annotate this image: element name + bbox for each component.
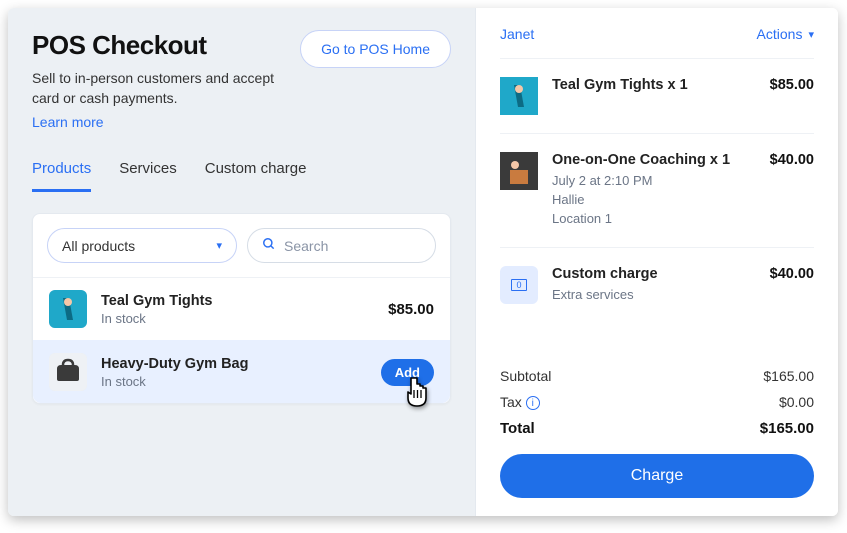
cart-item-note: Extra services: [552, 286, 756, 305]
tab-products[interactable]: Products: [32, 160, 91, 192]
product-info: Heavy-Duty Gym Bag In stock: [101, 356, 367, 389]
left-panel: POS Checkout Sell to in-person customers…: [8, 8, 475, 516]
cart-item[interactable]: 0 Custom charge Extra services $40.00: [500, 248, 814, 323]
pos-checkout-app: POS Checkout Sell to in-person customers…: [8, 8, 838, 516]
cart-items: Teal Gym Tights x 1 $85.00 One-on-One Co…: [500, 59, 814, 322]
cart-item-info: One-on-One Coaching x 1 July 2 at 2:10 P…: [552, 152, 756, 229]
cart-item[interactable]: Teal Gym Tights x 1 $85.00: [500, 59, 814, 134]
total-label: Total: [500, 420, 535, 437]
cart-item-location: Location 1: [552, 210, 756, 229]
customer-name-link[interactable]: Janet: [500, 26, 534, 42]
subtotal-label: Subtotal: [500, 368, 551, 384]
learn-more-link[interactable]: Learn more: [32, 114, 104, 130]
cart-item-thumbnail: [500, 77, 538, 115]
search-field[interactable]: [247, 228, 436, 263]
cart-item-price: $85.00: [770, 77, 814, 115]
search-input[interactable]: [284, 238, 421, 254]
cart-item-name: Custom charge: [552, 266, 756, 282]
tax-label: Taxi: [500, 394, 540, 410]
chevron-down-icon: ▾: [216, 239, 222, 252]
dropdown-label: All products: [62, 238, 135, 254]
cart-item-datetime: July 2 at 2:10 PM: [552, 172, 756, 191]
page-subtitle: Sell to in-person customers and accept c…: [32, 69, 292, 108]
chevron-down-icon: ▾: [808, 28, 814, 41]
product-thumbnail: [49, 290, 87, 328]
cart-item-price: $40.00: [770, 266, 814, 305]
product-info: Teal Gym Tights In stock: [101, 293, 374, 326]
product-stock: In stock: [101, 374, 367, 389]
tax-label-text: Tax: [500, 394, 522, 410]
cart-item-name: One-on-One Coaching x 1: [552, 152, 756, 168]
filters-row: All products ▾: [47, 228, 436, 263]
cart-item-meta: Extra services: [552, 286, 756, 305]
cart-item-staff: Hallie: [552, 191, 756, 210]
info-icon[interactable]: i: [526, 396, 540, 410]
add-product-button[interactable]: Add: [381, 359, 434, 386]
product-name: Heavy-Duty Gym Bag: [101, 356, 367, 372]
product-row[interactable]: Teal Gym Tights In stock $85.00: [33, 277, 450, 340]
cart-item-price: $40.00: [770, 152, 814, 229]
go-to-pos-home-button[interactable]: Go to POS Home: [300, 30, 451, 68]
category-dropdown[interactable]: All products ▾: [47, 228, 237, 263]
header-text: POS Checkout Sell to in-person customers…: [32, 30, 292, 132]
receipt-icon: 0: [511, 279, 527, 291]
total-value: $165.00: [760, 420, 814, 437]
total-row: Total $165.00: [500, 415, 814, 442]
cart-item-info: Teal Gym Tights x 1: [552, 77, 756, 115]
cart-item-thumbnail: [500, 152, 538, 190]
actions-dropdown[interactable]: Actions ▾: [757, 26, 814, 42]
header-row: POS Checkout Sell to in-person customers…: [32, 30, 451, 132]
products-card: All products ▾ Teal Gym Tights: [32, 213, 451, 404]
product-price: $85.00: [388, 301, 434, 318]
cart-item-name: Teal Gym Tights x 1: [552, 77, 756, 93]
subtotal-row: Subtotal $165.00: [500, 363, 814, 389]
tabs: Products Services Custom charge: [32, 160, 451, 193]
charge-button[interactable]: Charge: [500, 454, 814, 498]
cart-panel: Janet Actions ▾ Teal Gym Tights x 1 $85.…: [475, 8, 838, 516]
search-icon: [262, 237, 276, 254]
custom-charge-icon: 0: [500, 266, 538, 304]
tax-value: $0.00: [779, 394, 814, 410]
tab-custom-charge[interactable]: Custom charge: [205, 160, 307, 192]
cart-item-meta: July 2 at 2:10 PM Hallie Location 1: [552, 172, 756, 229]
product-row[interactable]: Heavy-Duty Gym Bag In stock Add: [33, 340, 450, 403]
tab-services[interactable]: Services: [119, 160, 177, 192]
totals: Subtotal $165.00 Taxi $0.00 Total $165.0…: [500, 351, 814, 498]
product-list: Teal Gym Tights In stock $85.00 Heavy-Du…: [33, 277, 450, 403]
page-title: POS Checkout: [32, 30, 292, 61]
subtotal-value: $165.00: [763, 368, 814, 384]
cart-item[interactable]: One-on-One Coaching x 1 July 2 at 2:10 P…: [500, 134, 814, 248]
product-thumbnail: [49, 353, 87, 391]
cart-header: Janet Actions ▾: [500, 26, 814, 59]
product-stock: In stock: [101, 311, 374, 326]
tax-row: Taxi $0.00: [500, 389, 814, 415]
cart-item-info: Custom charge Extra services: [552, 266, 756, 305]
product-name: Teal Gym Tights: [101, 293, 374, 309]
actions-label: Actions: [757, 26, 803, 42]
